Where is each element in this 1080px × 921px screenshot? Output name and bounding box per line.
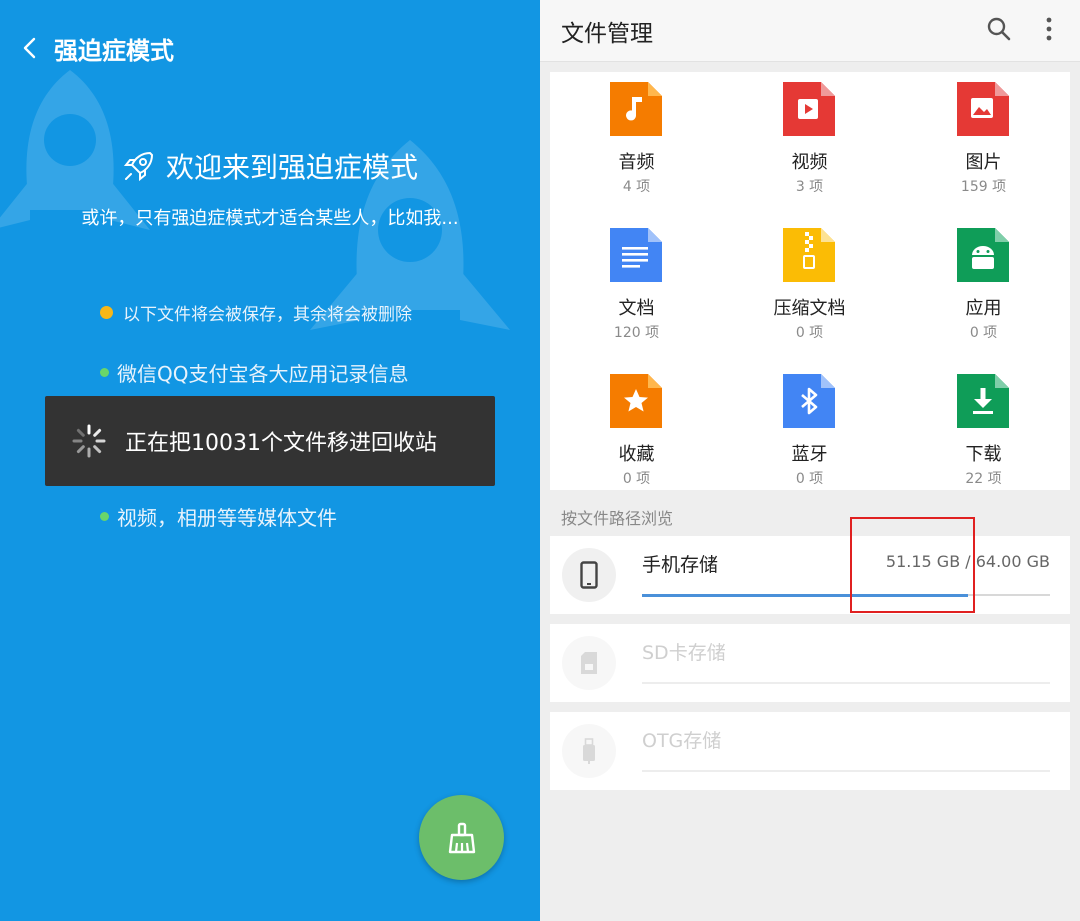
welcome-heading: 欢迎来到强迫症模式	[0, 146, 540, 186]
bullet-text: 以下文件将会被保存，其余将会被删除	[123, 305, 412, 325]
app-bar: 文件管理	[540, 0, 1080, 62]
broom-icon	[448, 822, 475, 853]
category-name: 收藏	[618, 444, 655, 465]
bluetooth-icon	[783, 374, 835, 428]
category-archives[interactable]: 压缩文档 0 项	[723, 218, 896, 358]
subtitle: 或许，只有强迫症模式才适合某些人，比如我...	[81, 208, 459, 229]
bullet-dot-icon	[100, 368, 109, 377]
category-count: 0 项	[622, 471, 651, 487]
storage-icon-wrap	[562, 724, 616, 778]
category-video[interactable]: 视频 3 项	[723, 72, 896, 212]
star-icon	[610, 374, 662, 428]
category-apps[interactable]: 应用 0 项	[897, 218, 1070, 358]
storage-name: OTG存储	[642, 730, 722, 752]
category-name: 压缩文档	[773, 298, 846, 319]
back-button[interactable]	[22, 28, 44, 68]
storage-name: 手机存储	[642, 554, 719, 576]
category-count: 4 项	[622, 179, 651, 195]
file-manager-screen: 文件管理 音频 4 项 视频 3 项 图片 159 项 文档 120 项 压缩文…	[540, 0, 1080, 921]
category-name: 图片	[965, 152, 1002, 173]
category-name: 文档	[618, 298, 655, 319]
search-icon[interactable]	[986, 16, 1012, 42]
bullet-item: 视频，相册等等媒体文件	[100, 502, 337, 531]
storage-usage-bar	[642, 770, 1050, 772]
category-audio[interactable]: 音频 4 项	[550, 72, 723, 212]
storage-icon-wrap	[562, 548, 616, 602]
app-title: 文件管理	[561, 21, 653, 47]
category-name: 音频	[618, 152, 655, 173]
storage-phone[interactable]: 手机存储 51.15 GB / 64.00 GB	[550, 536, 1070, 614]
music-note-icon	[610, 82, 662, 136]
category-count: 3 项	[795, 179, 824, 195]
toast-text: 正在把10031个文件移进回收站	[125, 431, 437, 456]
clean-button[interactable]	[419, 795, 504, 880]
browse-by-path-label: 按文件路径浏览	[561, 509, 674, 528]
bullet-item: 微信QQ支付宝各大应用记录信息	[100, 358, 408, 387]
bullet-text: 视频，相册等等媒体文件	[117, 506, 337, 530]
storage-usage-bar	[642, 682, 1050, 684]
bullet-text: 微信QQ支付宝各大应用记录信息	[117, 362, 409, 386]
back-arrow-icon	[23, 37, 36, 59]
loading-spinner-icon	[72, 424, 106, 458]
category-name: 应用	[965, 298, 1002, 319]
storage-sd-card[interactable]: SD卡存储	[550, 624, 1070, 702]
top-bar: 强迫症模式	[22, 28, 174, 68]
category-name: 蓝牙	[791, 444, 828, 465]
obsessive-mode-screen: 强迫症模式 欢迎来到强迫症模式 或许，只有强迫症模式才适合某些人，比如我... …	[0, 0, 540, 921]
bullet-dot-icon	[100, 512, 109, 521]
category-count: 159 项	[960, 179, 1007, 195]
category-name: 视频	[791, 152, 828, 173]
video-play-icon	[783, 82, 835, 136]
category-favorites[interactable]: 收藏 0 项	[550, 364, 723, 504]
sd-card-icon	[581, 652, 597, 674]
category-count: 0 项	[795, 471, 824, 487]
category-name: 下载	[965, 444, 1002, 465]
bullet-dot-icon	[100, 306, 113, 319]
more-options-icon[interactable]	[1044, 16, 1054, 42]
rocket-icon	[123, 151, 153, 182]
category-count: 0 项	[969, 325, 998, 341]
category-images[interactable]: 图片 159 项	[897, 72, 1070, 212]
category-bluetooth[interactable]: 蓝牙 0 项	[723, 364, 896, 504]
zip-icon	[783, 228, 835, 282]
page-title: 强迫症模式	[54, 36, 174, 65]
android-icon	[957, 228, 1009, 282]
bullet-item: 以下文件将会被保存，其余将会被删除	[100, 300, 412, 325]
category-documents[interactable]: 文档 120 项	[550, 218, 723, 358]
highlight-annotation-box	[850, 517, 975, 613]
category-count: 0 项	[795, 325, 824, 341]
download-icon	[957, 374, 1009, 428]
progress-toast: 正在把10031个文件移进回收站	[45, 396, 495, 486]
document-icon	[610, 228, 662, 282]
phone-icon	[580, 561, 598, 589]
category-count: 120 项	[613, 325, 660, 341]
category-downloads[interactable]: 下载 22 项	[897, 364, 1070, 504]
category-count: 22 项	[965, 471, 1002, 487]
storage-name: SD卡存储	[642, 642, 726, 664]
welcome-text: 欢迎来到强迫症模式	[165, 151, 418, 184]
usb-drive-icon	[583, 738, 595, 764]
storage-usage-bar	[642, 594, 1050, 597]
storage-otg[interactable]: OTG存储	[550, 712, 1070, 790]
category-grid: 音频 4 项 视频 3 项 图片 159 项 文档 120 项 压缩文档 0 项…	[550, 72, 1070, 490]
storage-icon-wrap	[562, 636, 616, 690]
image-icon	[957, 82, 1009, 136]
